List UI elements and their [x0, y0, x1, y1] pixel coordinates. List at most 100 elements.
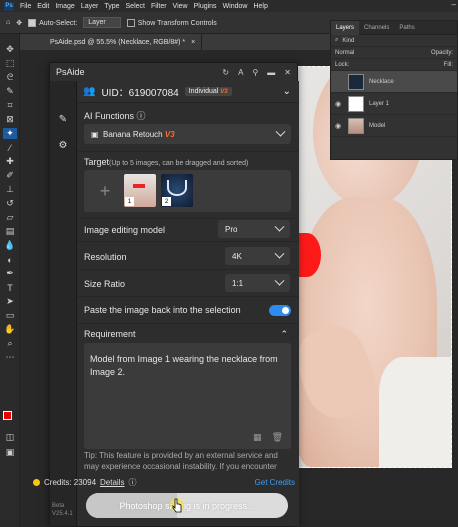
menu-view[interactable]: View — [173, 3, 188, 10]
ai-functions-label: AI Functions ⓘ — [84, 111, 146, 121]
dodge-icon[interactable]: ◐ — [3, 254, 17, 265]
eye-icon[interactable]: ◉ — [335, 100, 343, 108]
target-thumb-model[interactable]: 1 — [124, 174, 156, 207]
layer-model[interactable]: ◉ Model — [331, 115, 457, 137]
template-icon[interactable]: ▦ — [253, 432, 262, 443]
lasso-icon[interactable]: ᘓ — [3, 72, 17, 83]
auto-select-label: Auto-Select: — [39, 19, 78, 27]
menu-file[interactable]: File — [20, 3, 31, 10]
quick-select-icon[interactable]: ✎ — [3, 86, 17, 97]
size-ratio-dropdown[interactable]: 1:1 — [225, 274, 290, 292]
ai-tool-icon[interactable]: ✦ — [3, 128, 17, 139]
divider — [77, 151, 299, 152]
more-tools-icon[interactable]: ⋯ — [3, 352, 17, 363]
trash-icon[interactable]: 🗑 — [272, 432, 283, 443]
move-icon[interactable]: ✥ — [3, 44, 17, 55]
move-tool-icon[interactable]: ✥ — [16, 19, 22, 27]
model-dress — [379, 357, 451, 467]
blur-icon[interactable]: 💧 — [3, 240, 17, 251]
eyedropper-icon[interactable]: ⁄ — [3, 142, 17, 153]
layer-necklace[interactable]: Necklace — [331, 71, 457, 93]
eye-icon[interactable]: ◉ — [335, 122, 343, 130]
requirement-label: Requirement — [84, 329, 136, 339]
layer-thumbnail — [348, 117, 364, 134]
menu-edit[interactable]: Edit — [37, 3, 49, 10]
get-credits-link[interactable]: Get Credits — [255, 478, 295, 487]
auto-select-dropdown[interactable]: Layer — [83, 17, 121, 28]
menu-window[interactable]: Window — [223, 3, 248, 10]
kind-filter-dropdown[interactable]: Kind — [342, 38, 354, 44]
minimize-icon[interactable]: ▬ — [267, 68, 275, 77]
requirement-row[interactable]: Requirement ⌃ — [84, 325, 291, 343]
eraser-icon[interactable]: ▱ — [3, 212, 17, 223]
details-link[interactable]: Details — [100, 478, 124, 487]
menu-type[interactable]: Type — [104, 3, 119, 10]
settings-icon[interactable]: ⚙ — [55, 137, 71, 153]
progress-button[interactable]: Photoshop saving is in progress .. — [86, 493, 288, 518]
pen-icon[interactable]: ✒ — [3, 268, 17, 279]
tip-text: Tip: This feature is provided by an exte… — [84, 451, 278, 471]
close-icon[interactable]: ✕ — [284, 68, 291, 77]
add-image-icon[interactable]: + — [92, 178, 118, 204]
crop-icon[interactable]: ⌗ — [3, 100, 17, 111]
layer-thumbnail — [348, 73, 364, 90]
layer-name: Model — [369, 122, 386, 129]
divider — [77, 296, 299, 297]
path-select-icon[interactable]: ➤ — [3, 296, 17, 307]
zoom-icon[interactable]: ⌕ — [3, 338, 17, 349]
menu-select[interactable]: Select — [126, 3, 145, 10]
menu-plugins[interactable]: Plugins — [194, 3, 217, 10]
necklace-shape — [167, 180, 187, 196]
info-icon[interactable]: ⓘ — [128, 477, 136, 488]
healing-icon[interactable]: ✚ — [3, 156, 17, 167]
refresh-icon[interactable]: ↻ — [222, 68, 229, 77]
tab-paths[interactable]: Paths — [394, 25, 419, 31]
divider — [77, 269, 299, 270]
menu-image[interactable]: Image — [55, 3, 74, 10]
quick-mask-icon[interactable]: ◫ — [3, 432, 17, 443]
blend-mode-dropdown[interactable]: Normal — [335, 50, 354, 56]
menu-layer[interactable]: Layer — [81, 3, 99, 10]
show-transform-checkbox[interactable]: Show Transform Controls — [126, 18, 217, 27]
image-model-dropdown[interactable]: Pro — [218, 220, 290, 238]
divider — [77, 241, 299, 242]
marquee-icon[interactable]: ⬚ — [3, 58, 17, 69]
chevron-down-icon[interactable]: ⌄ — [283, 86, 291, 97]
minimize-icon[interactable]: – — [452, 0, 456, 9]
foreground-color-swatch[interactable] — [3, 411, 12, 420]
close-tab-icon[interactable]: × — [191, 39, 195, 46]
menu-help[interactable]: Help — [253, 3, 267, 10]
info-icon[interactable]: ⓘ — [137, 111, 146, 121]
target-thumb-necklace[interactable]: 2 — [161, 174, 193, 207]
brush-icon[interactable]: ✐ — [3, 170, 17, 181]
home-icon[interactable]: ⌂ — [6, 19, 10, 26]
history-brush-icon[interactable]: ↺ — [3, 198, 17, 209]
plan-label: Individual — [188, 88, 219, 95]
version-label: Beta — [52, 503, 65, 509]
hand-icon[interactable]: ✋ — [3, 324, 17, 335]
tab-channels[interactable]: Channels — [359, 25, 394, 31]
resolution-dropdown[interactable]: 4K — [225, 247, 290, 265]
edit-icon[interactable]: ✎ — [55, 111, 71, 127]
auto-select-checkbox[interactable]: Auto-Select: — [28, 18, 78, 27]
menu-filter[interactable]: Filter — [151, 3, 167, 10]
gradient-icon[interactable]: ▤ — [3, 226, 17, 237]
paste-back-row: Paste the image back into the selection — [84, 301, 291, 319]
search-icon: ⌕ — [335, 37, 339, 43]
document-tab[interactable]: PsAide.psd @ 55.5% (Necklace, RGB/8#) * … — [44, 34, 203, 50]
requirement-textarea[interactable]: Model from Image 1 wearing the necklace … — [84, 343, 291, 449]
layer-layer1[interactable]: ◉ Layer 1 — [331, 93, 457, 115]
frame-icon[interactable]: ⊠ — [3, 114, 17, 125]
chevron-up-icon[interactable]: ⌃ — [280, 329, 288, 340]
ai-function-dropdown[interactable]: ▣ Banana Retouch V3 — [84, 124, 291, 144]
font-size-icon[interactable]: A — [238, 68, 243, 77]
pin-icon[interactable]: ⚲ — [252, 68, 258, 77]
paste-back-toggle[interactable] — [269, 304, 291, 316]
target-images-box[interactable]: + 1 2 — [84, 170, 291, 212]
type-icon[interactable]: T — [3, 282, 17, 293]
header-icons: ↻ A ⚲ ▬ ✕ — [222, 68, 291, 77]
stamp-icon[interactable]: ⊥ — [3, 184, 17, 195]
screen-mode-icon[interactable]: ▣ — [3, 447, 17, 458]
tab-layers[interactable]: Layers — [331, 20, 360, 35]
shape-icon[interactable]: ▭ — [3, 310, 17, 321]
